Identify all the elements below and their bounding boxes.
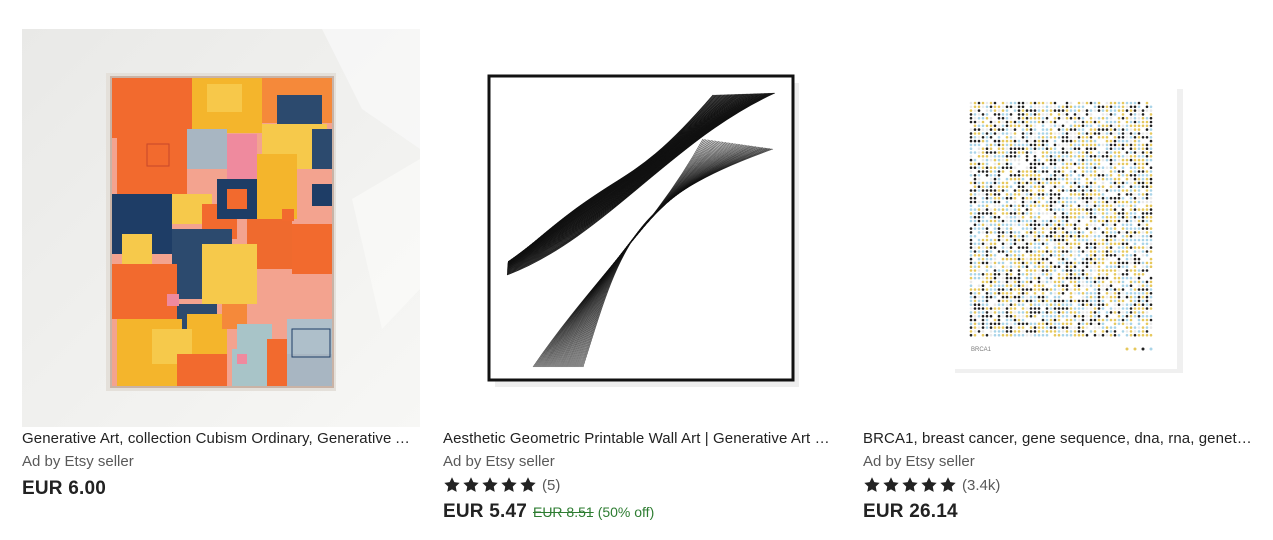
star-icon [482, 477, 498, 492]
listing-price-1: EUR 6.00 [22, 478, 106, 499]
listing-title-3[interactable]: BRCA1, breast cancer, gene sequence, dna… [863, 429, 1255, 449]
star-icon [444, 477, 460, 492]
listing-title-1[interactable]: Generative Art, collection Cubism Ordina… [22, 429, 414, 449]
star-icon [501, 477, 517, 492]
star-icon [864, 477, 880, 492]
ad-label-3: Ad by Etsy seller [863, 453, 975, 470]
original-price-2: EUR 8.51 [532, 504, 594, 520]
listing-card-2[interactable]: Aesthetic Geometric Printable Wall Art |… [443, 29, 841, 523]
rating-2[interactable]: (5) [443, 475, 841, 495]
star-icon [463, 477, 479, 492]
price-row-3: EUR 26.14 [863, 501, 1261, 523]
star-icon [902, 477, 918, 492]
listing-price-3: EUR 26.14 [863, 501, 958, 522]
listing-image-2[interactable] [443, 29, 841, 427]
listing-card-3[interactable]: BRCA1 BRCA1, breast cancer, gene sequenc… [863, 29, 1261, 523]
listing-image-3[interactable]: BRCA1 [863, 29, 1261, 427]
rating-3[interactable]: (3.4k) [863, 475, 1261, 495]
star-icon [520, 477, 536, 492]
price-row-2: EUR 5.47 EUR 8.51 (50% off) [443, 501, 841, 523]
cubism-artwork-image [22, 29, 420, 427]
star-icon [940, 477, 956, 492]
ad-label-1: Ad by Etsy seller [22, 453, 134, 470]
listing-card-1[interactable]: Generative Art, collection Cubism Ordina… [22, 29, 420, 500]
dna-dot-matrix-image: BRCA1 [863, 29, 1261, 427]
listing-price-2: EUR 5.47 [443, 501, 527, 522]
line-wave-artwork-image [443, 29, 841, 427]
listing-image-1[interactable] [22, 29, 420, 427]
price-row-1: EUR 6.00 [22, 478, 420, 500]
review-count-2: (5) [542, 476, 561, 494]
star-rating-3 [863, 476, 957, 494]
listing-grid: Generative Art, collection Cubism Ordina… [0, 0, 1273, 540]
star-icon [921, 477, 937, 492]
star-icon [883, 477, 899, 492]
ad-label-2: Ad by Etsy seller [443, 453, 555, 470]
listing-title-2[interactable]: Aesthetic Geometric Printable Wall Art |… [443, 429, 835, 449]
review-count-3: (3.4k) [962, 476, 1001, 494]
discount-2: (50% off) [597, 504, 655, 520]
poster-label: BRCA1 [971, 347, 992, 353]
star-rating-2 [443, 476, 537, 494]
